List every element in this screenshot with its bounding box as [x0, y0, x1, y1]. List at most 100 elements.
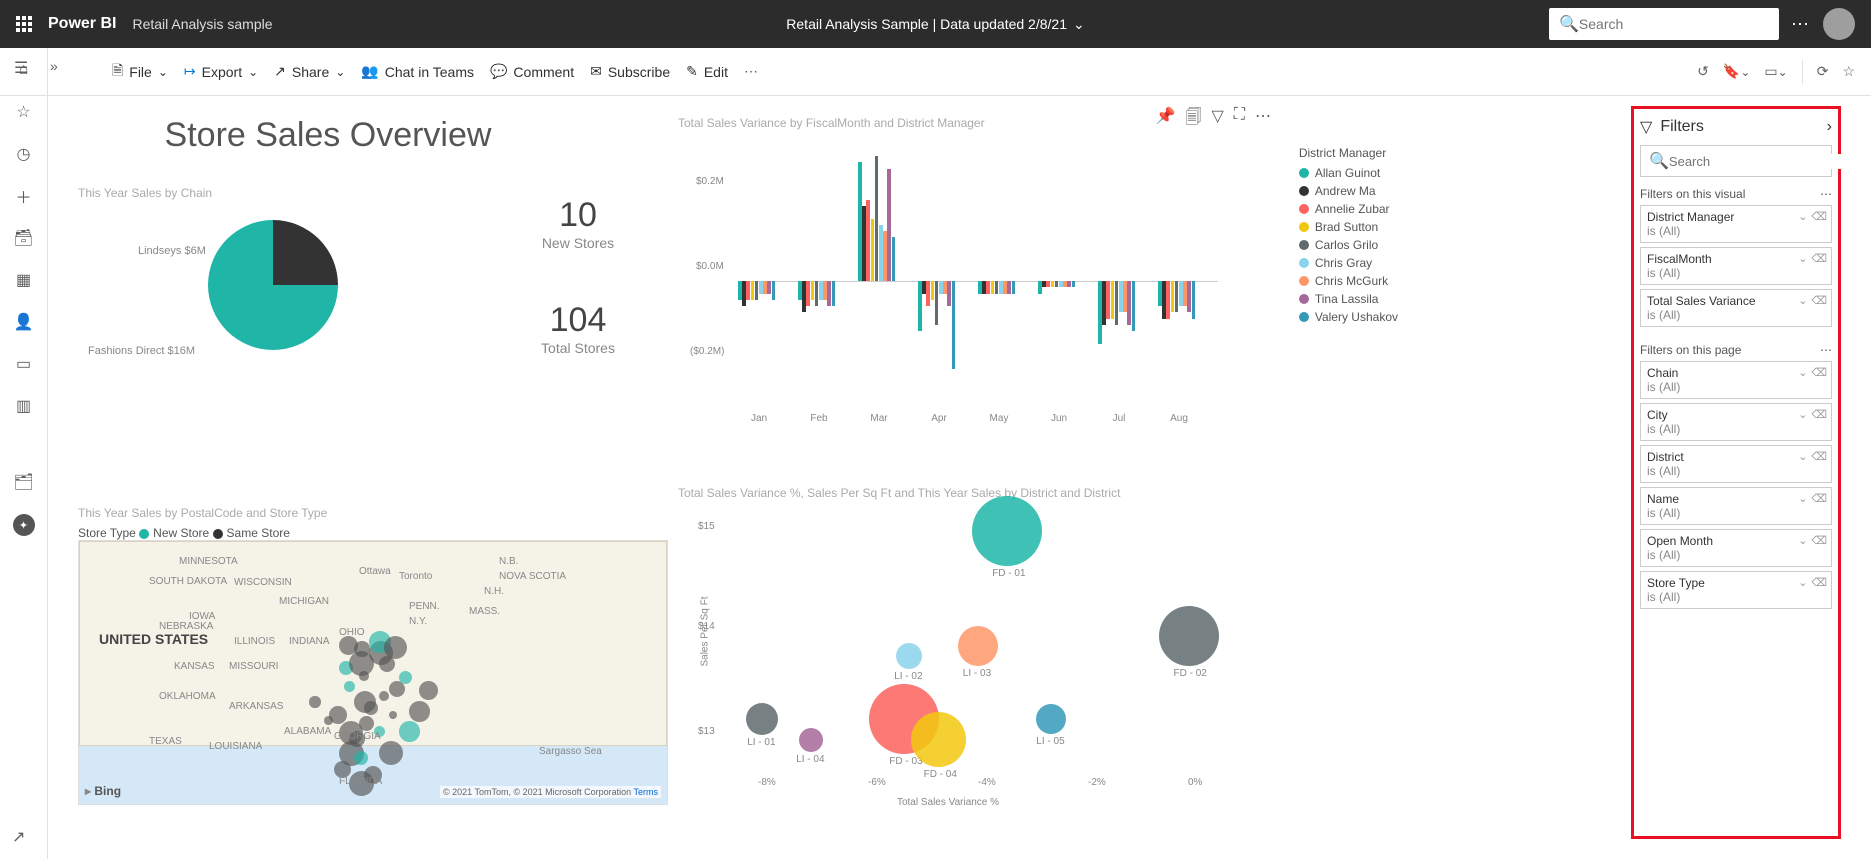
view-icon[interactable]: ▭⌄ [1764, 63, 1787, 80]
bar[interactable] [1051, 281, 1055, 287]
clear-icon[interactable]: ⌫ [1811, 408, 1827, 421]
legend-item[interactable]: Brad Sutton [1299, 220, 1398, 234]
favorites-icon[interactable]: ☆ [14, 102, 34, 122]
bar[interactable] [1132, 281, 1136, 331]
bar[interactable] [1072, 281, 1076, 287]
shared-icon[interactable]: 👤 [14, 312, 34, 332]
search-input[interactable] [1579, 16, 1769, 32]
terms-link[interactable]: Terms [634, 787, 659, 797]
bar[interactable] [1183, 281, 1187, 306]
bar[interactable] [798, 281, 802, 300]
map-point[interactable] [354, 751, 368, 765]
bubble[interactable] [972, 496, 1042, 566]
clear-icon[interactable]: ⌫ [1811, 450, 1827, 463]
bar[interactable] [862, 206, 866, 281]
card-total-stores[interactable]: 104 Total Stores [508, 301, 648, 356]
bar[interactable] [1003, 281, 1007, 294]
deployment-icon[interactable]: 🗂 [14, 472, 34, 492]
legend-item[interactable]: Annelie Zubar [1299, 202, 1398, 216]
favorite-icon[interactable]: ☆ [1842, 63, 1855, 80]
map-point[interactable] [419, 681, 438, 700]
bar[interactable] [926, 281, 930, 306]
chevron-down-icon[interactable]: ⌄ [1798, 450, 1807, 463]
share-menu[interactable]: ↗Share⌄ [274, 63, 345, 80]
filter-card[interactable]: FiscalMonthis (All)⌄⌫ [1640, 247, 1832, 285]
bar[interactable] [883, 231, 887, 281]
filter-card[interactable]: Open Monthis (All)⌄⌫ [1640, 529, 1832, 567]
chevron-right-icon[interactable]: › [1827, 118, 1832, 136]
more-icon[interactable]: ⋯ [1820, 343, 1832, 357]
bar[interactable] [871, 219, 875, 282]
bar[interactable] [939, 281, 943, 294]
filter-card[interactable]: Total Sales Varianceis (All)⌄⌫ [1640, 289, 1832, 327]
bar[interactable] [952, 281, 956, 369]
focus-icon[interactable]: ⛶ [1234, 106, 1245, 133]
filter-card[interactable]: Nameis (All)⌄⌫ [1640, 487, 1832, 525]
map-point[interactable] [324, 716, 333, 725]
datasets-icon[interactable]: 🗃 [14, 228, 34, 248]
bar[interactable] [1179, 281, 1183, 306]
bar[interactable] [1106, 281, 1110, 319]
more-icon[interactable]: ⋯ [744, 63, 758, 80]
bar[interactable] [931, 281, 935, 300]
bar[interactable] [823, 281, 827, 300]
bar[interactable] [815, 281, 819, 306]
pin-icon[interactable]: 📌 [1156, 106, 1176, 133]
bar[interactable] [986, 281, 990, 294]
export-menu[interactable]: ↦Export⌄ [184, 63, 258, 80]
filter-card[interactable]: Chainis (All)⌄⌫ [1640, 361, 1832, 399]
bar[interactable] [1111, 281, 1115, 319]
expand-icon[interactable]: ↗ [12, 827, 25, 847]
chevron-down-icon[interactable]: ⌄ [1798, 492, 1807, 505]
bar[interactable] [1063, 281, 1067, 287]
chevron-down-icon[interactable]: ⌄ [1798, 294, 1807, 307]
workspace-badge-icon[interactable]: ✦ [13, 514, 35, 536]
pie-visual[interactable]: This Year Sales by Chain Lindseys $6M Fa… [78, 186, 438, 330]
map-canvas[interactable]: MINNESOTAWISCONSINMICHIGANIOWAILLINOISIN… [78, 540, 668, 805]
bar[interactable] [999, 281, 1003, 294]
chevron-down-icon[interactable]: ⌄ [1798, 408, 1807, 421]
map-point[interactable] [379, 741, 403, 765]
create-icon[interactable]: ＋ [14, 186, 34, 206]
bar[interactable] [982, 281, 986, 294]
home-icon[interactable]: ⌂ [14, 60, 34, 80]
bookmark-icon[interactable]: 🔖⌄ [1723, 63, 1751, 80]
bar[interactable] [1127, 281, 1131, 325]
bar[interactable] [1166, 281, 1170, 319]
bar[interactable] [759, 281, 763, 294]
breadcrumb[interactable]: Retail Analysis Sample | Data updated 2/… [786, 16, 1084, 33]
map-point[interactable] [409, 701, 430, 722]
bubble[interactable] [799, 728, 823, 752]
clear-icon[interactable]: ⌫ [1811, 252, 1827, 265]
bar[interactable] [978, 281, 982, 294]
bar[interactable] [918, 281, 922, 331]
filter-card[interactable]: Districtis (All)⌄⌫ [1640, 445, 1832, 483]
bar[interactable] [767, 281, 771, 294]
subscribe-button[interactable]: ✉Subscribe [590, 63, 670, 80]
bar[interactable] [1042, 281, 1046, 287]
bar[interactable] [1102, 281, 1106, 325]
map-visual[interactable]: This Year Sales by PostalCode and Store … [78, 506, 668, 826]
learn-icon[interactable]: ▭ [14, 354, 34, 374]
bar[interactable] [738, 281, 742, 300]
bar[interactable] [755, 281, 759, 300]
apps-icon[interactable]: ▦ [14, 270, 34, 290]
bar[interactable] [879, 225, 883, 281]
bar[interactable] [763, 281, 767, 294]
bar[interactable] [772, 281, 776, 300]
chevron-down-icon[interactable]: ⌄ [1798, 210, 1807, 223]
filter-search-input[interactable] [1669, 154, 1845, 169]
pie-chart[interactable] [208, 220, 338, 350]
bar-chart-visual[interactable]: Total Sales Variance by FiscalMonth and … [678, 136, 1218, 436]
recent-icon[interactable]: ◷ [14, 144, 34, 164]
filter-card[interactable]: District Manageris (All)⌄⌫ [1640, 205, 1832, 243]
chevron-down-icon[interactable]: ⌄ [1798, 366, 1807, 379]
bar[interactable] [947, 281, 951, 306]
bar[interactable] [827, 281, 831, 306]
bar[interactable] [1187, 281, 1191, 312]
bar[interactable] [1123, 281, 1127, 312]
bar[interactable] [943, 281, 947, 294]
legend-item[interactable]: Andrew Ma [1299, 184, 1398, 198]
bar[interactable] [995, 281, 999, 294]
bar[interactable] [866, 200, 870, 281]
